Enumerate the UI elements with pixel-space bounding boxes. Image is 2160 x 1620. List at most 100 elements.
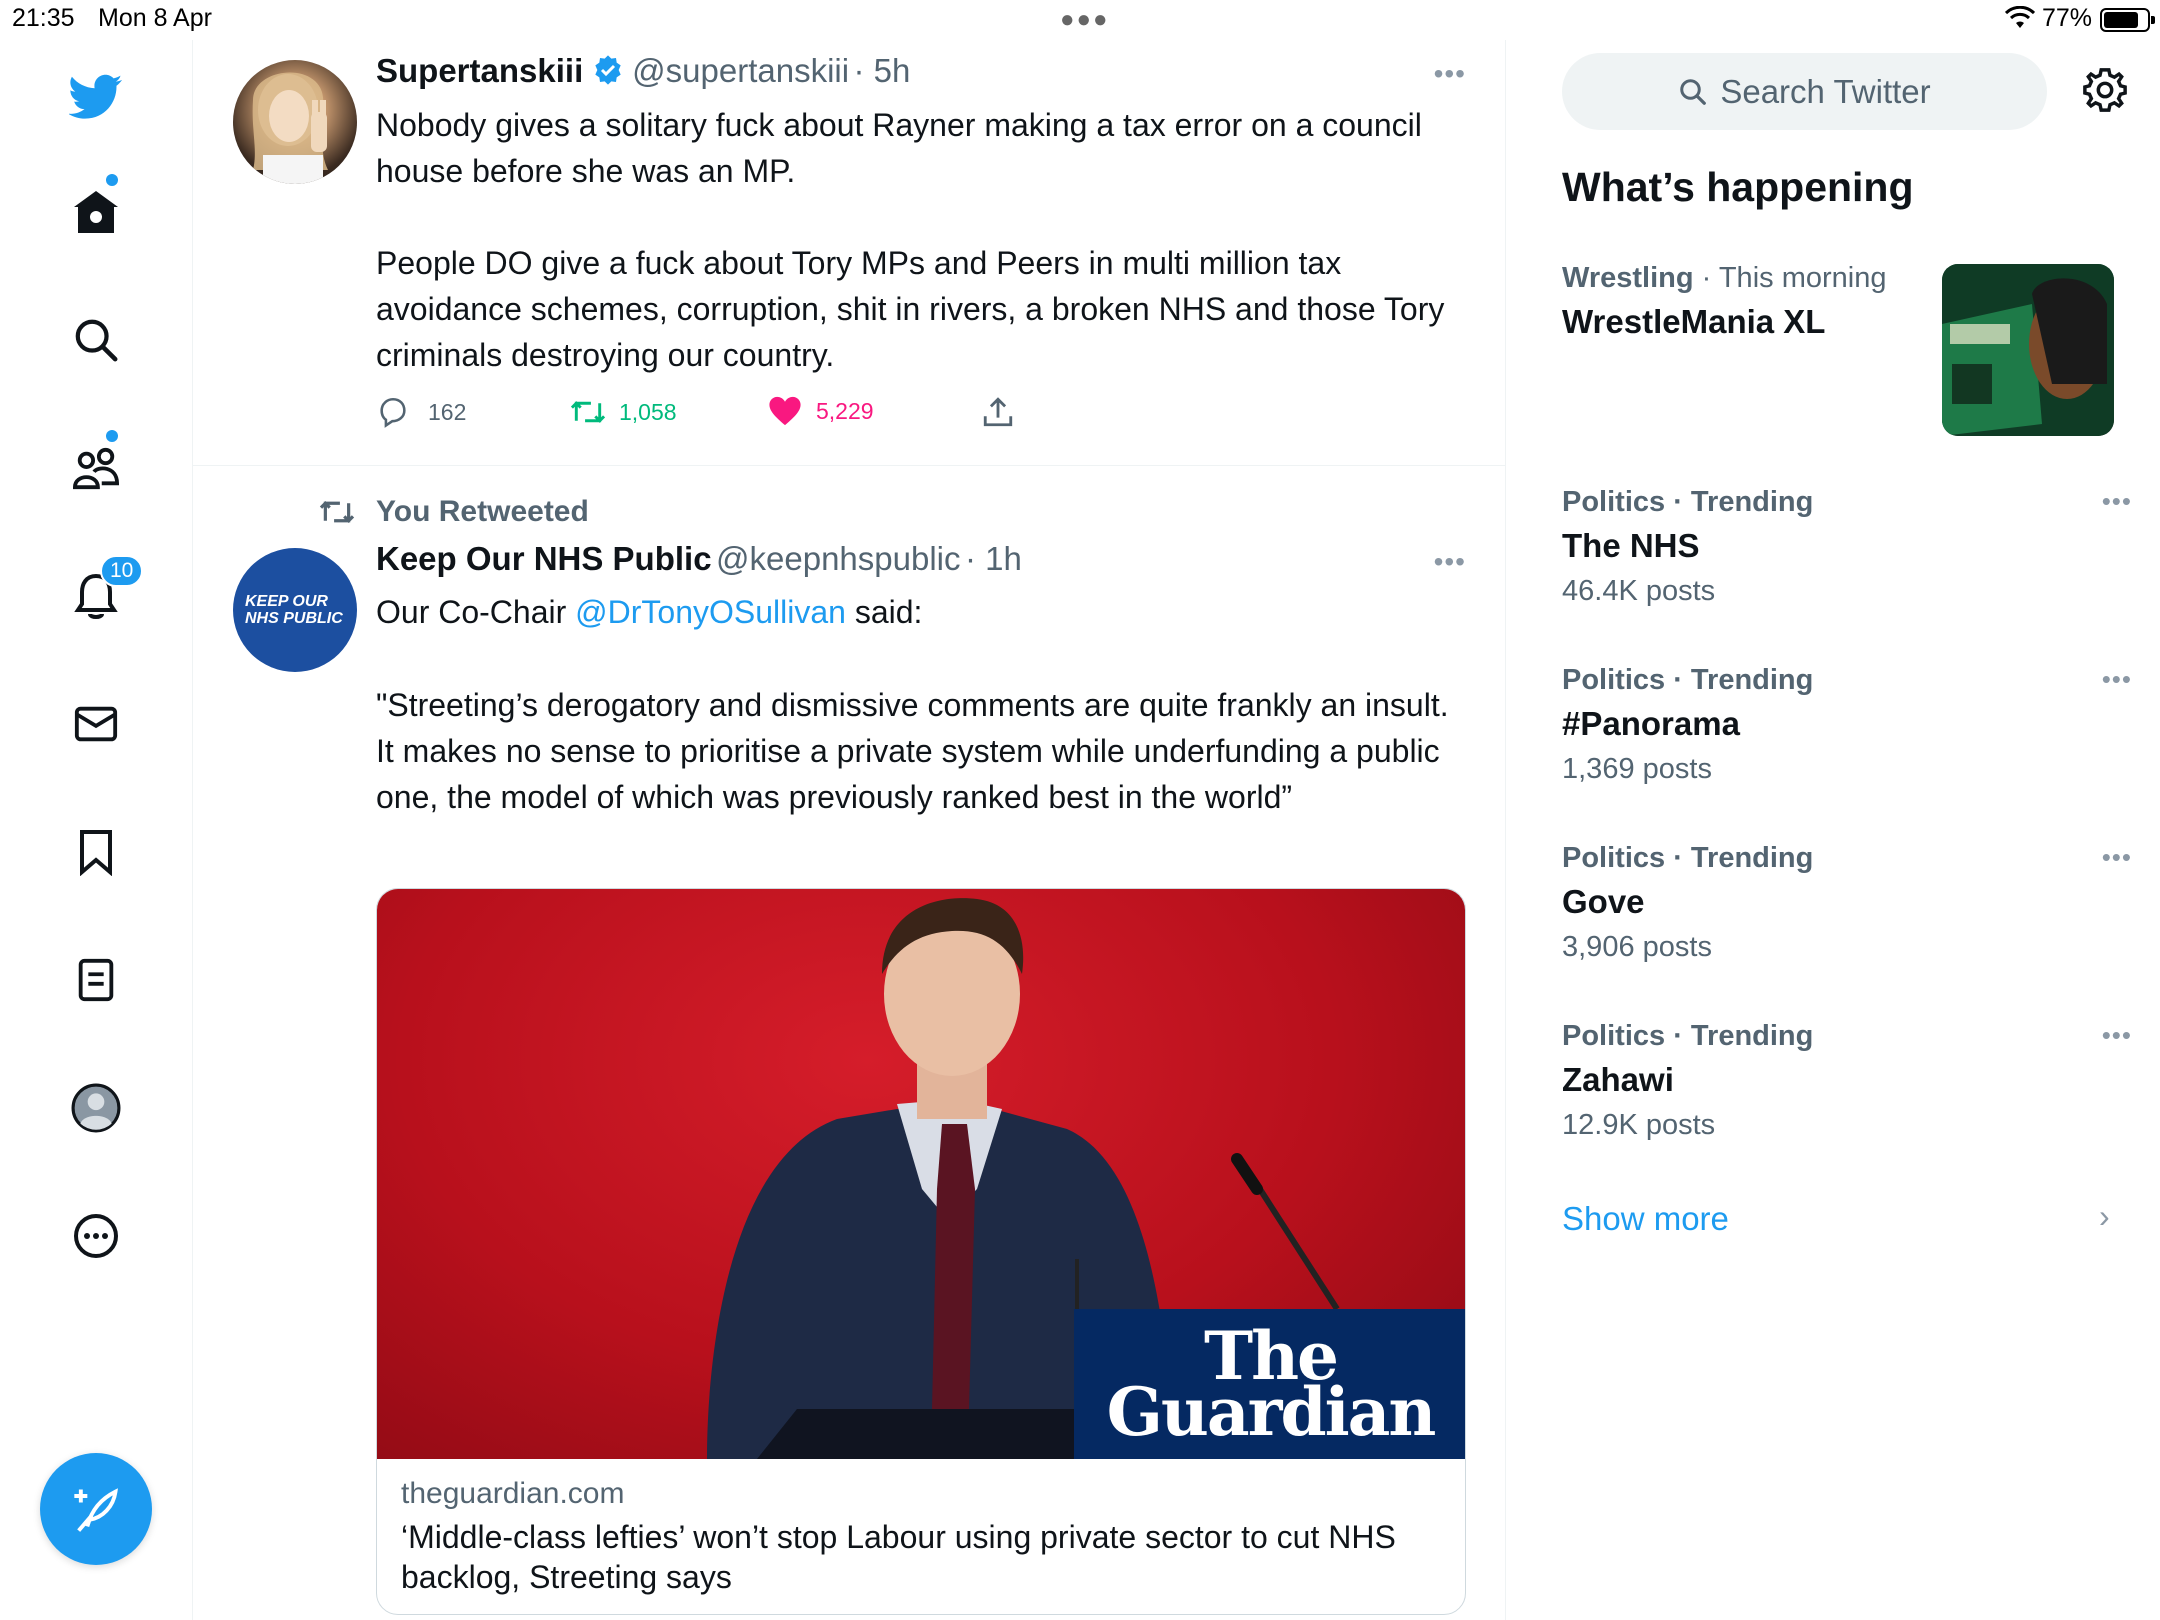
bookmarks-icon[interactable] [65,821,127,883]
avatar[interactable]: KEEP OUR NHS PUBLIC [233,548,357,672]
search-placeholder: Search Twitter [1720,72,1931,110]
trend-category: Politics · Trending [1562,486,1814,518]
trend-meta: Politics · Trending [1562,842,2122,875]
like-count: 5,229 [816,397,874,424]
tweet-text: Nobody gives a solitary fuck about Rayne… [376,107,1445,373]
retweet-icon [570,401,606,423]
trend-context: · This morning [1701,262,1887,294]
search-input[interactable]: Search Twitter [1562,53,2047,130]
trend-more-icon[interactable]: ••• [2102,664,2132,695]
tweet-header: Keep Our NHS Public @keepnhspublic · 1h [376,540,1022,578]
tweet-time[interactable]: · 1h [965,540,1022,577]
trend-name: Zahawi [1562,1061,1674,1098]
trend-meta: Politics · Trending [1562,486,2122,519]
tweet-quote-text: "Streeting’s derogatory and dismissive c… [376,687,1458,815]
reply-button[interactable]: 162 [376,395,466,429]
compose-tweet-button[interactable] [40,1453,152,1565]
tweet-more-icon[interactable]: ••• [1434,58,1466,90]
trend-more-icon[interactable]: ••• [2102,1020,2132,1051]
author-name[interactable]: Supertanskiii [376,52,583,89]
notifications-badge: 10 [100,555,144,587]
tweet-actions: 162 1,058 5,229 [376,395,1076,435]
right-sidebar: Search Twitter What’s happening Wrestlin… [1507,40,2160,1620]
reply-count: 162 [428,398,467,425]
trend-thumbnail[interactable] [1942,264,2114,436]
tweet-more-icon[interactable]: ••• [1434,546,1466,578]
guardian-logo: The Guardian [1074,1309,1465,1459]
home-icon[interactable] [65,181,127,243]
trend-name: Gove [1562,883,1645,920]
link-card[interactable]: The Guardian theguardian.com ‘Middle-cla… [376,888,1466,1615]
tweet-text-prefix: Our Co-Chair [376,594,576,630]
trend-item[interactable]: Politics · Trending The NHS 46.4K posts … [1562,486,2131,608]
trend-category: Politics · Trending [1562,1020,1814,1052]
tweet-text-suffix: said: [845,594,923,630]
search-icon [1680,78,1707,105]
multitasking-dots-icon[interactable]: ●●● [1060,6,1110,34]
card-title: ‘Middle-class lefties’ won’t stop Labour… [401,1519,1396,1595]
twitter-logo-icon[interactable] [65,66,127,128]
settings-gear-icon[interactable] [2077,62,2133,118]
trend-item[interactable]: Politics · Trending Gove 3,906 posts ••• [1562,842,2131,964]
trend-count: 46.4K posts [1562,575,1716,607]
guardian-logo-line2: Guardian [1106,1373,1437,1451]
tweet-text: Our Co-Chair @DrTonyOSullivan said: [376,589,1456,635]
wifi-icon [2004,5,2036,35]
author-handle[interactable]: @keepnhspublic [716,540,961,577]
card-meta: theguardian.com ‘Middle-class lefties’ w… [377,1459,1465,1614]
trend-more-icon[interactable]: ••• [2102,486,2132,517]
avatar-text-line2: NHS PUBLIC [245,610,343,627]
battery-icon [2100,8,2155,32]
trend-count: 1,369 posts [1562,753,1712,785]
trend-category: Politics · Trending [1562,664,1814,696]
tweet-time[interactable]: · 5h [854,52,911,89]
trend-meta: Politics · Trending [1562,664,2122,697]
author-name[interactable]: Keep Our NHS Public [376,540,712,577]
tweet-header: Supertanskiii @supertanskiii · 5h [376,52,910,91]
trend-name: The NHS [1562,527,1700,564]
retweeted-label[interactable]: You Retweeted [376,495,589,529]
profile-icon[interactable] [65,1077,127,1139]
compose-tweet-icon [74,1488,118,1532]
retweet-count: 1,058 [619,398,677,425]
verified-badge-icon [592,54,624,91]
trend-item[interactable]: Politics · Trending Zahawi 12.9K posts •… [1562,1020,2131,1142]
share-button[interactable] [981,395,1015,429]
card-domain: theguardian.com [401,1477,625,1510]
heart-filled-icon [769,396,801,426]
timeline: Supertanskiii @supertanskiii · 5h ••• No… [193,40,1506,1620]
tweet-divider [193,465,1505,466]
section-title: What’s happening [1562,164,1914,210]
status-time: 21:35 [12,4,75,32]
trend-category: Wrestling [1562,262,1694,294]
status-date: Mon 8 Apr [98,4,212,32]
show-more-link[interactable]: Show more [1562,1200,1729,1238]
trend-meta: Politics · Trending [1562,1020,2122,1053]
trend-more-icon[interactable]: ••• [2102,842,2132,873]
avatar[interactable] [233,60,357,184]
trend-name: #Panorama [1562,705,1740,742]
more-icon[interactable] [65,1205,127,1267]
card-image: The Guardian [377,889,1465,1459]
communities-unread-dot [106,430,118,442]
battery-percent: 77% [2042,4,2093,32]
avatar-text-line1: KEEP OUR [245,593,328,610]
author-handle[interactable]: @supertanskiii [632,52,849,89]
communities-icon[interactable] [65,437,127,499]
search-icon[interactable] [65,309,127,371]
retweet-button[interactable]: 1,058 [569,395,677,429]
mention-link[interactable]: @DrTonyOSullivan [575,594,846,630]
status-bar: 21:35 Mon 8 Apr ●●● 77% [0,0,2160,40]
lists-icon[interactable] [65,949,127,1011]
trend-count: 3,906 posts [1562,931,1712,963]
left-navigation: 10 [0,40,193,1620]
trend-category: Politics · Trending [1562,842,1814,874]
reply-icon [380,397,406,428]
retweet-indicator-icon [317,496,357,533]
trend-item[interactable]: Politics · Trending #Panorama 1,369 post… [1562,664,2131,786]
home-unread-dot [106,174,118,186]
messages-icon[interactable] [65,693,127,755]
trend-count: 12.9K posts [1562,1109,1716,1141]
chevron-right-icon[interactable]: › [2099,1198,2110,1235]
like-button[interactable]: 5,229 [768,395,874,427]
